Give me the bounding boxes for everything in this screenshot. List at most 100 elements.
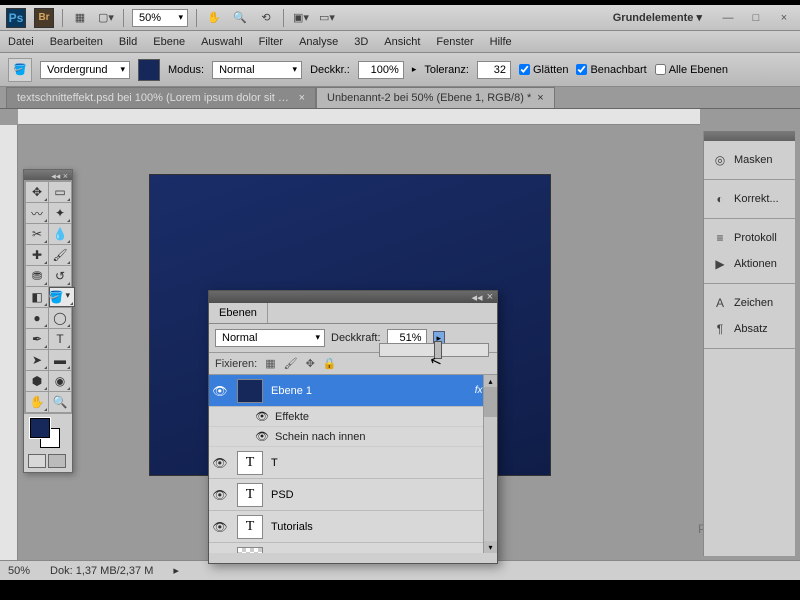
layer-thumbnail[interactable]: T	[237, 483, 263, 507]
history-brush-tool[interactable]: ↺	[49, 266, 71, 286]
menu-3d[interactable]: 3D	[354, 36, 368, 48]
tools-panel[interactable]: ◂◂ × ✥ ▭ 〰 ✦ ✂ 💧 ✚ 🖌 ⛃ ↺ ◧ 🪣 ● ◯ ✒ T ➤ ▬…	[23, 169, 73, 473]
contiguous-checkbox[interactable]: Benachbart	[576, 64, 646, 76]
layer-name[interactable]: Ebene 1	[269, 385, 475, 397]
layer-row[interactable]: 👁 T Tutorials	[209, 511, 497, 543]
visibility-icon[interactable]: 👁	[209, 488, 231, 502]
eyedropper-tool[interactable]: 💧	[49, 224, 71, 244]
layer-name[interactable]: Logo-PSD-weiss	[269, 553, 497, 554]
dock-item-masks[interactable]: ◎Masken	[708, 147, 791, 173]
dodge-tool[interactable]: ◯	[49, 308, 71, 328]
layer-fx-row[interactable]: 👁Schein nach innen	[209, 427, 497, 447]
menu-bild[interactable]: Bild	[119, 36, 137, 48]
lock-all-icon[interactable]: 🔒	[323, 357, 337, 370]
visibility-icon[interactable]: 👁	[209, 552, 231, 554]
menu-auswahl[interactable]: Auswahl	[201, 36, 243, 48]
type-tool[interactable]: T	[49, 329, 71, 349]
eraser-tool[interactable]: ◧	[26, 287, 48, 307]
healing-tool[interactable]: ✚	[26, 245, 48, 265]
dock-item-character[interactable]: AZeichen	[708, 290, 791, 316]
paint-bucket-icon[interactable]: 🪣	[8, 58, 32, 82]
bridge-logo-icon[interactable]: Br	[34, 8, 54, 28]
pattern-swatch[interactable]	[138, 59, 160, 81]
dock-item-actions[interactable]: ▶Aktionen	[708, 251, 791, 277]
document-tab[interactable]: Unbenannt-2 bei 50% (Ebene 1, RGB/8) *×	[316, 87, 555, 108]
close-tab-icon[interactable]: ×	[299, 92, 305, 104]
paint-bucket-tool[interactable]: 🪣	[49, 287, 75, 307]
blur-tool[interactable]: ●	[26, 308, 48, 328]
status-doc-size[interactable]: Dok: 1,37 MB/2,37 M	[50, 565, 153, 577]
dock-item-paragraph[interactable]: ¶Absatz	[708, 316, 791, 342]
document-tab[interactable]: textschnitteffekt.psd bei 100% (Lorem ip…	[6, 87, 316, 108]
menu-datei[interactable]: Datei	[8, 36, 34, 48]
layer-blend-select[interactable]: Normal	[215, 329, 325, 347]
zoom-tool-icon[interactable]: 🔍	[231, 9, 249, 27]
lasso-tool[interactable]: 〰	[26, 203, 48, 223]
layer-thumbnail[interactable]	[237, 379, 263, 403]
fill-source-select[interactable]: Vordergrund	[40, 61, 130, 79]
visibility-icon[interactable]: 👁	[209, 520, 231, 534]
dock-collapse-bar[interactable]	[704, 131, 795, 141]
fx-badge[interactable]: fx	[475, 385, 483, 396]
status-zoom[interactable]: 50%	[8, 565, 30, 577]
close-tab-icon[interactable]: ×	[537, 92, 543, 104]
visibility-icon[interactable]: 👁	[255, 430, 269, 443]
scrollbar[interactable]: ▴▾	[483, 375, 497, 553]
menu-ebene[interactable]: Ebene	[153, 36, 185, 48]
layer-fx-row[interactable]: 👁Effekte	[209, 407, 497, 427]
3d-camera-tool[interactable]: ◉	[49, 371, 71, 391]
marquee-tool[interactable]: ▭	[49, 182, 71, 202]
visibility-icon[interactable]: 👁	[255, 410, 269, 423]
layers-panel[interactable]: ◂◂× Ebenen Normal Deckkraft: ▸ Fixieren:…	[208, 290, 498, 564]
pen-tool[interactable]: ✒	[26, 329, 48, 349]
dock-item-adjustments[interactable]: ◐Korrekt...	[708, 186, 791, 212]
lock-position-icon[interactable]: ✥	[306, 357, 315, 370]
tools-panel-header[interactable]: ◂◂ ×	[24, 170, 72, 180]
layer-row[interactable]: 👁 Ebene 1 fx▾	[209, 375, 497, 407]
ruler-horizontal[interactable]	[18, 109, 700, 125]
visibility-icon[interactable]: 👁	[209, 384, 231, 398]
menu-ansicht[interactable]: Ansicht	[384, 36, 420, 48]
crop-tool[interactable]: ✂	[26, 224, 48, 244]
quick-select-tool[interactable]: ✦	[49, 203, 71, 223]
shape-tool[interactable]: ▬	[49, 350, 71, 370]
zoom-tool[interactable]: 🔍	[49, 392, 71, 412]
arrange-docs-icon[interactable]: ▣▾	[292, 9, 310, 27]
maximize-button[interactable]: □	[746, 10, 766, 26]
layer-row[interactable]: 👁 T PSD	[209, 479, 497, 511]
rotate-view-icon[interactable]: ⟲	[257, 9, 275, 27]
layer-thumbnail[interactable]: T	[237, 515, 263, 539]
zoom-select[interactable]: 50%	[132, 9, 188, 27]
lock-pixels-icon[interactable]: 🖌	[284, 357, 298, 370]
layer-thumbnail[interactable]	[237, 547, 263, 554]
ruler-vertical[interactable]	[0, 125, 18, 560]
hand-tool-icon[interactable]: ✋	[205, 9, 223, 27]
lock-transparency-icon[interactable]: ▦	[265, 357, 275, 370]
layer-name[interactable]: T	[269, 457, 497, 469]
view-extras-icon[interactable]: ▢▾	[97, 9, 115, 27]
layer-name[interactable]: PSD	[269, 489, 497, 501]
all-layers-checkbox[interactable]: Alle Ebenen	[655, 64, 728, 76]
minimize-button[interactable]: —	[718, 10, 738, 26]
path-select-tool[interactable]: ➤	[26, 350, 48, 370]
screen-mode-icon[interactable]: ▭▾	[318, 9, 336, 27]
hand-tool[interactable]: ✋	[26, 392, 48, 412]
workspace-select[interactable]: Grundelemente ▾	[605, 8, 710, 27]
opacity-input[interactable]	[358, 61, 404, 79]
menu-filter[interactable]: Filter	[259, 36, 283, 48]
menu-hilfe[interactable]: Hilfe	[490, 36, 512, 48]
quick-mask-toggle[interactable]	[24, 452, 72, 472]
panel-close-icon[interactable]: ×	[487, 291, 493, 303]
menu-fenster[interactable]: Fenster	[436, 36, 473, 48]
menu-bearbeiten[interactable]: Bearbeiten	[50, 36, 103, 48]
stamp-tool[interactable]: ⛃	[26, 266, 48, 286]
layer-thumbnail[interactable]: T	[237, 451, 263, 475]
layer-name[interactable]: Tutorials	[269, 521, 497, 533]
3d-tool[interactable]: ⬢	[26, 371, 48, 391]
blend-mode-select[interactable]: Normal	[212, 61, 302, 79]
antialias-checkbox[interactable]: Glätten	[519, 64, 568, 76]
layer-row[interactable]: 👁 Logo-PSD-weiss	[209, 543, 497, 553]
collapse-icon[interactable]: ◂◂	[472, 291, 483, 304]
color-swatches[interactable]	[24, 414, 72, 452]
menu-analyse[interactable]: Analyse	[299, 36, 338, 48]
